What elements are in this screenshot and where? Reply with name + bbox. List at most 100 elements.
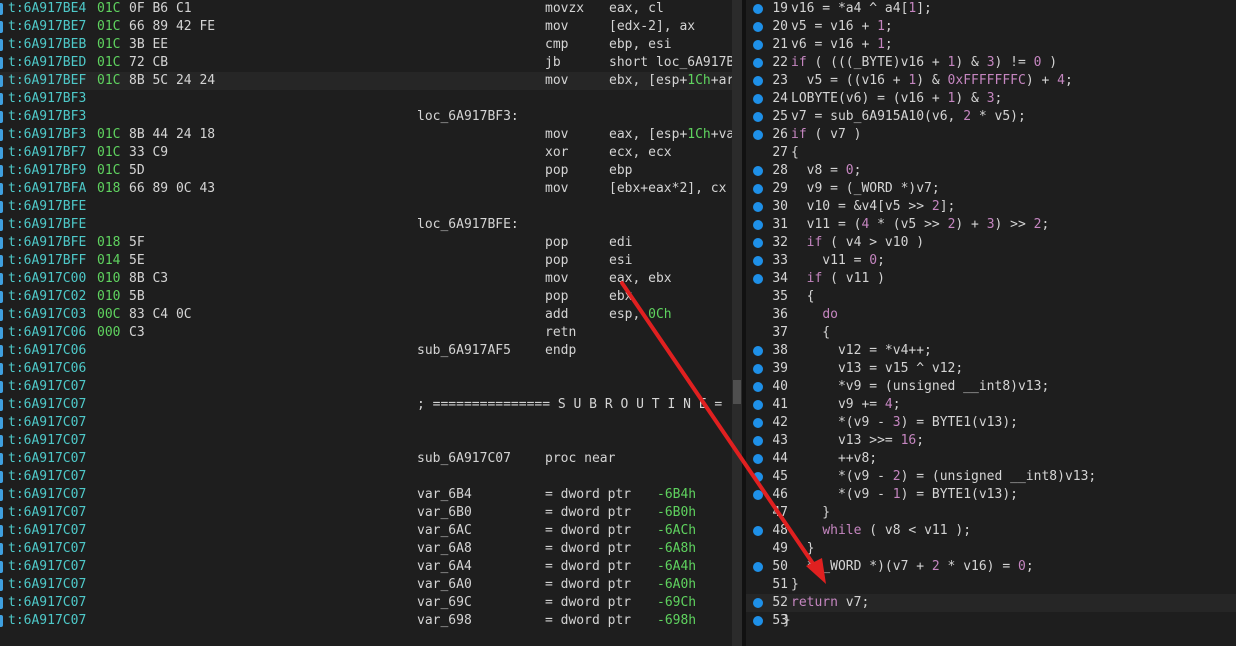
pseudocode-line[interactable]: 30 v10 = &v4[v5 >> 2]; <box>746 198 1236 216</box>
pseudocode-line[interactable]: 43 v13 >>= 16; <box>746 432 1236 450</box>
disasm-line[interactable]: t:6A917BF3 <box>0 90 732 108</box>
pseudocode-line[interactable]: 40 *v9 = (unsigned __int8)v13; <box>746 378 1236 396</box>
breakpoint-dot-icon[interactable] <box>753 22 763 32</box>
breakpoint-dot-icon[interactable] <box>753 4 763 14</box>
disasm-line[interactable]: t:6A917C07 var_698 = dword ptr -698h <box>0 612 732 630</box>
pseudocode-line[interactable]: 35 { <box>746 288 1236 306</box>
disasm-line[interactable]: t:6A917BEF 01C 8B 5C 24 24 mov ebx, [esp+1Ch… <box>0 72 732 90</box>
disasm-line[interactable]: t:6A917C07 var_6B0 = dword ptr -6B0h <box>0 504 732 522</box>
pseudocode-line[interactable]: 26 if ( v7 ) <box>746 126 1236 144</box>
disasm-line[interactable]: t:6A917BFE 018 5F pop edi <box>0 234 732 252</box>
breakpoint-dot-icon[interactable] <box>753 526 763 536</box>
breakpoint-dot-icon[interactable] <box>753 490 763 500</box>
pseudocode-line[interactable]: 29 v9 = (_WORD *)v7; <box>746 180 1236 198</box>
breakpoint-dot-icon[interactable] <box>753 382 763 392</box>
disasm-line[interactable]: t:6A917C07 var_6AC = dword ptr -6ACh <box>0 522 732 540</box>
pseudocode-line[interactable]: 23 v5 = ((v16 + 1) & 0xFFFFFFFC) + 4; <box>746 72 1236 90</box>
breakpoint-dot-icon[interactable] <box>753 472 763 482</box>
disasm-line[interactable]: t:6A917BFE <box>0 198 732 216</box>
scrollbar-thumb[interactable] <box>733 380 741 404</box>
disasm-line[interactable]: t:6A917C07 <box>0 414 732 432</box>
disasm-line[interactable]: t:6A917BE7 01C 66 89 42 FE mov [edx-2], ax <box>0 18 732 36</box>
disasm-line[interactable]: t:6A917BF9 01C 5D pop ebp <box>0 162 732 180</box>
pseudocode-line[interactable]: 34 if ( v11 ) <box>746 270 1236 288</box>
pseudocode-line[interactable]: 36 do <box>746 306 1236 324</box>
pseudocode-line[interactable]: 38 v12 = *v4++; <box>746 342 1236 360</box>
disasm-line[interactable]: t:6A917C06 sub_6A917AF5 endp <box>0 342 732 360</box>
breakpoint-dot-icon[interactable] <box>753 418 763 428</box>
disassembly-view[interactable]: t:6A917BE4 01C 0F B6 C1 movzx eax, cl t:6A917… <box>0 0 732 646</box>
pseudocode-line[interactable]: 33 v11 = 0; <box>746 252 1236 270</box>
breakpoint-dot-icon[interactable] <box>753 364 763 374</box>
pseudocode-line[interactable]: 53} <box>746 612 1236 630</box>
breakpoint-dot-icon[interactable] <box>753 166 763 176</box>
breakpoint-dot-icon[interactable] <box>753 598 763 608</box>
breakpoint-dot-icon[interactable] <box>753 202 763 212</box>
disasm-line[interactable]: t:6A917C07 sub_6A917C07 proc near <box>0 450 732 468</box>
breakpoint-dot-icon[interactable] <box>753 256 763 266</box>
pseudocode-line[interactable]: 31 v11 = (4 * (v5 >> 2) + 3) >> 2; <box>746 216 1236 234</box>
breakpoint-dot-icon[interactable] <box>753 400 763 410</box>
breakpoint-dot-icon[interactable] <box>753 76 763 86</box>
disasm-line[interactable]: t:6A917C07 var_6B4 = dword ptr -6B4h <box>0 486 732 504</box>
breakpoint-dot-icon[interactable] <box>753 40 763 50</box>
pseudocode-line[interactable]: 41 v9 += 4; <box>746 396 1236 414</box>
pseudocode-line[interactable]: 47 } <box>746 504 1236 522</box>
breakpoint-dot-icon[interactable] <box>753 274 763 284</box>
breakpoint-dot-icon[interactable] <box>753 436 763 446</box>
pseudocode-line[interactable]: 37 { <box>746 324 1236 342</box>
breakpoint-dot-icon[interactable] <box>753 94 763 104</box>
pseudocode-line[interactable]: 49 } <box>746 540 1236 558</box>
disasm-line[interactable]: t:6A917C07 var_69C = dword ptr -69Ch <box>0 594 732 612</box>
pseudocode-line[interactable]: 22 if ( (((_BYTE)v16 + 1) & 3) != 0 ) <box>746 54 1236 72</box>
pseudocode-line[interactable]: 28 v8 = 0; <box>746 162 1236 180</box>
breakpoint-dot-icon[interactable] <box>753 238 763 248</box>
disasm-line[interactable]: t:6A917BF7 01C 33 C9 xor ecx, ecx <box>0 144 732 162</box>
pseudocode-line[interactable]: 20 v5 = v16 + 1; <box>746 18 1236 36</box>
pseudocode-line[interactable]: 39 v13 = v15 ^ v12; <box>746 360 1236 378</box>
pseudocode-line[interactable]: 24 LOBYTE(v6) = (v16 + 1) & 3; <box>746 90 1236 108</box>
breakpoint-dot-icon[interactable] <box>753 616 763 626</box>
disasm-line[interactable]: t:6A917C00 010 8B C3 mov eax, ebx <box>0 270 732 288</box>
breakpoint-dot-icon[interactable] <box>753 562 763 572</box>
breakpoint-dot-icon[interactable] <box>753 130 763 140</box>
disasm-line[interactable]: t:6A917C06 <box>0 360 732 378</box>
pseudocode-line[interactable]: 25 v7 = sub_6A915A10(v6, 2 * v5); <box>746 108 1236 126</box>
breakpoint-dot-icon[interactable] <box>753 112 763 122</box>
pseudocode-line[interactable]: 51} <box>746 576 1236 594</box>
pseudocode-line[interactable]: 46 *(v9 - 1) = BYTE1(v13); <box>746 486 1236 504</box>
disasm-line[interactable]: t:6A917BF3 loc_6A917BF3: <box>0 108 732 126</box>
disasm-line[interactable]: t:6A917C07 ; =============== S U B R O U … <box>0 396 732 414</box>
disasm-line[interactable]: t:6A917C07 <box>0 432 732 450</box>
pseudocode-view[interactable]: 19 v16 = *a4 ^ a4[1]; 20 v5 = v16 + 1; 21 v6 … <box>746 0 1236 646</box>
disasm-line[interactable]: t:6A917C07 <box>0 378 732 396</box>
disasm-line[interactable]: t:6A917BFE loc_6A917BFE: <box>0 216 732 234</box>
disasm-line[interactable]: t:6A917BE4 01C 0F B6 C1 movzx eax, cl <box>0 0 732 18</box>
disasm-line[interactable]: t:6A917C07 var_6A4 = dword ptr -6A4h <box>0 558 732 576</box>
pseudocode-line[interactable]: 45 *(v9 - 2) = (unsigned __int8)v13; <box>746 468 1236 486</box>
pseudocode-line[interactable]: 42 *(v9 - 3) = BYTE1(v13); <box>746 414 1236 432</box>
pseudocode-line[interactable]: 50 *(_WORD *)(v7 + 2 * v16) = 0; <box>746 558 1236 576</box>
pseudocode-line[interactable]: 21 v6 = v16 + 1; <box>746 36 1236 54</box>
disasm-line[interactable]: t:6A917BFF 014 5E pop esi <box>0 252 732 270</box>
breakpoint-dot-icon[interactable] <box>753 220 763 230</box>
disasm-line[interactable]: t:6A917BF3 01C 8B 44 24 18 mov eax, [esp+1Ch… <box>0 126 732 144</box>
disasm-line[interactable]: t:6A917BED 01C 72 CB jb short loc_6A917B <box>0 54 732 72</box>
pseudocode-line[interactable]: 27{ <box>746 144 1236 162</box>
breakpoint-dot-icon[interactable] <box>753 184 763 194</box>
disassembly-scrollbar[interactable] <box>732 0 742 646</box>
disasm-line[interactable]: t:6A917C03 00C 83 C4 0C add esp, 0Ch <box>0 306 732 324</box>
pseudocode-line[interactable]: 52 return v7; <box>746 594 1236 612</box>
disasm-line[interactable]: t:6A917C02 010 5B pop ebx <box>0 288 732 306</box>
breakpoint-dot-icon[interactable] <box>753 58 763 68</box>
pseudocode-line[interactable]: 44 ++v8; <box>746 450 1236 468</box>
disasm-line[interactable]: t:6A917C07 var_6A8 = dword ptr -6A8h <box>0 540 732 558</box>
pseudocode-line[interactable]: 48 while ( v8 < v11 ); <box>746 522 1236 540</box>
disasm-line[interactable]: t:6A917C07 var_6A0 = dword ptr -6A0h <box>0 576 732 594</box>
breakpoint-dot-icon[interactable] <box>753 454 763 464</box>
disasm-line[interactable]: t:6A917BFA 018 66 89 0C 43 mov [ebx+eax*2], … <box>0 180 732 198</box>
breakpoint-dot-icon[interactable] <box>753 346 763 356</box>
pseudocode-line[interactable]: 32 if ( v4 > v10 ) <box>746 234 1236 252</box>
disasm-line[interactable]: t:6A917C06 000 C3 retn <box>0 324 732 342</box>
pseudocode-line[interactable]: 19 v16 = *a4 ^ a4[1]; <box>746 0 1236 18</box>
